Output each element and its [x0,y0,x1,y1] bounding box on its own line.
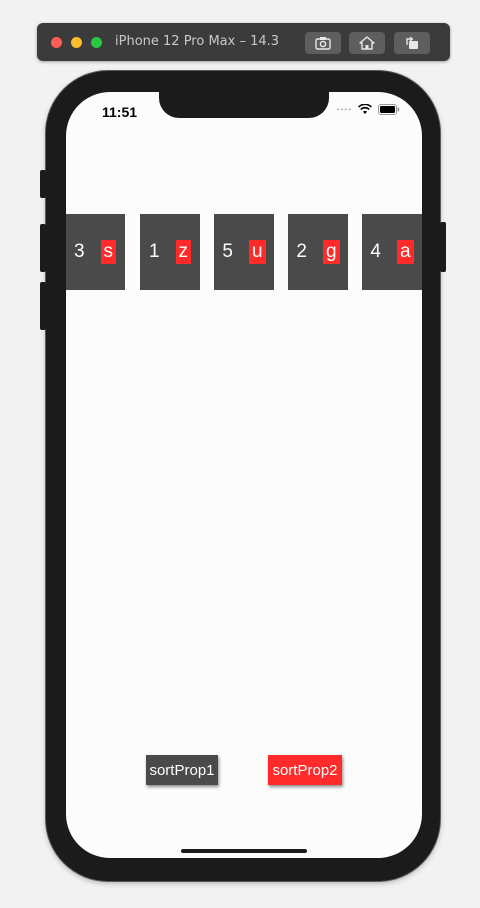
status-time: 11:51 [102,104,138,120]
card-item: 3 s [66,214,125,290]
card-letter: s [100,240,117,264]
silent-switch [40,170,46,198]
card-number: 2 [296,241,307,262]
battery-icon [378,104,400,115]
power-button [440,222,446,272]
card-number: 1 [148,241,160,262]
card-number: 3 [73,241,85,262]
card-number: 4 [370,241,381,262]
simulator-title: iPhone 12 Pro Max – 14.3 [115,34,280,49]
card-item: 1 z [140,214,200,290]
cards-row: 3 s 1 z 5 u 2 g 4 a [66,214,422,290]
rotate-button[interactable] [394,32,430,54]
home-icon [359,36,375,50]
card-letter: a [397,240,414,264]
status-icons: •••• [337,104,400,115]
minimize-window-button[interactable] [71,37,82,48]
card-letter: z [175,240,192,264]
simulator-toolbar: iPhone 12 Pro Max – 14.3 [37,23,450,61]
volume-up-button [40,224,46,272]
home-button[interactable] [349,32,385,54]
sort-prop1-button[interactable]: sortProp1 [146,755,218,785]
card-number: 5 [222,241,233,262]
rotate-icon [406,36,418,49]
sort-prop2-button[interactable]: sortProp2 [268,755,342,785]
app-screen: 11:51 •••• 3 s 1 z 5 u 2 g 4 a sortProp1… [66,92,422,858]
card-item: 4 a [362,214,422,290]
zoom-window-button[interactable] [91,37,102,48]
volume-down-button [40,282,46,330]
card-letter: g [323,240,340,264]
notch [159,92,329,118]
signal-icon: •••• [336,105,352,114]
home-indicator[interactable] [181,849,307,853]
card-item: 2 g [288,214,348,290]
close-window-button[interactable] [51,37,62,48]
card-letter: u [249,240,266,264]
camera-icon [315,37,331,50]
screenshot-button[interactable] [305,32,341,54]
wifi-icon [358,104,372,114]
card-item: 5 u [214,214,274,290]
